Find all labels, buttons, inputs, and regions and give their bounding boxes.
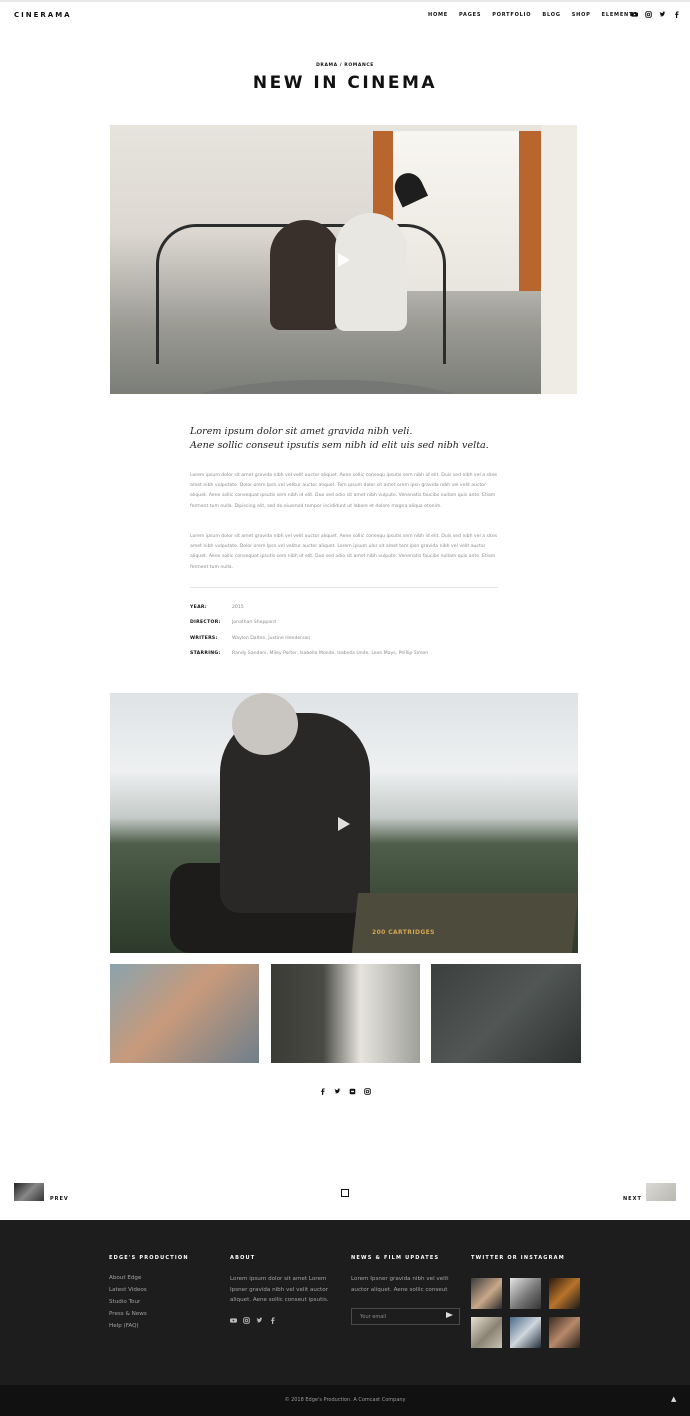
nav-portfolio[interactable]: PORTFOLIO [492, 12, 531, 18]
email-placeholder: Your email [360, 1314, 387, 1320]
prev-link[interactable]: PREV [50, 1196, 69, 1202]
facebook-icon[interactable] [673, 11, 680, 18]
instagram-thumb-1[interactable] [471, 1278, 502, 1309]
instagram-thumb-5[interactable] [510, 1317, 541, 1348]
share-icons [319, 1088, 371, 1095]
send-icon[interactable] [446, 1312, 453, 1318]
grid-icon[interactable] [341, 1189, 349, 1197]
divider [190, 587, 498, 588]
hero-blanket [130, 380, 510, 394]
gallery-thumb-2[interactable] [271, 964, 420, 1063]
next-thumbnail[interactable] [646, 1183, 676, 1201]
hero-person-woman [270, 220, 340, 330]
footer-col4-title: TWITTER OR INSTAGRAM [471, 1255, 565, 1261]
gallery-thumb-3[interactable] [431, 964, 581, 1063]
moto-helmet [232, 693, 298, 755]
footer-social [230, 1317, 276, 1324]
detail-value: Waylon Dalton, Justine Henderson [232, 636, 311, 641]
footer-col1-title: EDGE'S PRODUCTION [109, 1255, 189, 1261]
site-logo[interactable]: CINERAMA [14, 11, 72, 19]
facebook-icon[interactable] [319, 1088, 326, 1095]
instagram-thumb-4[interactable] [471, 1317, 502, 1348]
footer-link[interactable]: Studio Tour [109, 1299, 140, 1305]
detail-key: WRITERS: [190, 636, 218, 641]
footer-link[interactable]: Help (FAQ) [109, 1323, 139, 1329]
footer-link[interactable]: Press & News [109, 1311, 147, 1317]
footer-bottom-bar: © 2018 Edge's Production. A Comcast Comp… [0, 1385, 690, 1416]
back-to-top-icon[interactable]: ▲ [671, 1395, 676, 1403]
nav-shop[interactable]: SHOP [572, 12, 591, 18]
instagram-icon[interactable] [243, 1317, 250, 1324]
body-paragraph-1: Lorem ipsum dolor sit amet gravida nibh … [190, 473, 498, 509]
tumblr-icon[interactable] [349, 1088, 356, 1095]
instagram-icon[interactable] [364, 1088, 371, 1095]
footer-link[interactable]: Latest Videos [109, 1287, 147, 1293]
email-field[interactable]: Your email [351, 1308, 460, 1325]
lead-line-2: Aene sollic conseut ipsutis sem nibh id … [190, 440, 489, 451]
instagram-thumb-6[interactable] [549, 1317, 580, 1348]
footer-col3-title: NEWS & FILM UPDATES [351, 1255, 440, 1261]
detail-value: Randy Sanders, Miley Porter, Isabella Mo… [232, 651, 429, 656]
play-icon[interactable] [338, 817, 350, 831]
detail-value: 2015 [232, 605, 244, 610]
lead-text: Lorem ipsum dolor sit amet gravida nibh … [190, 425, 510, 453]
gallery-thumb-1[interactable] [110, 964, 259, 1063]
lead-line-1: Lorem ipsum dolor sit amet gravida nibh … [190, 426, 413, 437]
category-label: DRAMA / ROMANCE [316, 63, 374, 68]
instagram-thumb-2[interactable] [510, 1278, 541, 1309]
footer-link[interactable]: About Edge [109, 1275, 141, 1281]
youtube-icon[interactable] [631, 11, 638, 18]
twitter-icon[interactable] [659, 11, 666, 18]
youtube-icon[interactable] [230, 1317, 237, 1324]
moto-box-label: 200 CARTRIDGES [372, 929, 435, 936]
prev-thumbnail[interactable] [14, 1183, 44, 1201]
detail-key: STARRING: [190, 651, 221, 656]
hero-video[interactable] [110, 125, 577, 394]
play-icon[interactable] [338, 253, 350, 267]
moto-ammo-box [351, 893, 578, 953]
header-social [631, 11, 680, 18]
detail-value: Jonathan Sheppard [232, 620, 276, 625]
hero-frame-right [519, 131, 541, 291]
detail-key: YEAR: [190, 605, 207, 610]
footer-about-text: Lorem ipsum dolor sit amet Lorem Ipsner … [230, 1276, 329, 1303]
nav-blog[interactable]: BLOG [542, 12, 560, 18]
hero-wall [541, 125, 577, 394]
next-link[interactable]: NEXT [623, 1196, 642, 1202]
top-border [0, 0, 690, 2]
page-title: NEW IN CINEMA [252, 73, 438, 93]
hero-person-man [335, 213, 407, 331]
copyright: © 2018 Edge's Production. A Comcast Comp… [284, 1397, 406, 1403]
facebook-icon[interactable] [269, 1317, 276, 1324]
footer-news-text: Lorem Ipsner gravida nibh vel velit auct… [351, 1276, 449, 1293]
twitter-icon[interactable] [334, 1088, 341, 1095]
body-paragraph-2: Lorem ipsum dolor sit amet gravida nibh … [190, 534, 498, 570]
instagram-icon[interactable] [645, 11, 652, 18]
page: { "header": { "logo": "CINERAMA", "nav":… [0, 0, 690, 1416]
detail-key: DIRECTOR: [190, 620, 221, 625]
instagram-thumb-3[interactable] [549, 1278, 580, 1309]
twitter-icon[interactable] [256, 1317, 263, 1324]
footer: EDGE'S PRODUCTION About Edge Latest Vide… [0, 1220, 690, 1385]
main-nav: HOME PAGES PORTFOLIO BLOG SHOP ELEMENTS [428, 12, 649, 18]
gallery-video[interactable]: 200 CARTRIDGES [110, 693, 578, 953]
footer-col2-title: ABOUT [230, 1255, 256, 1261]
nav-home[interactable]: HOME [428, 12, 448, 18]
nav-pages[interactable]: PAGES [459, 12, 481, 18]
